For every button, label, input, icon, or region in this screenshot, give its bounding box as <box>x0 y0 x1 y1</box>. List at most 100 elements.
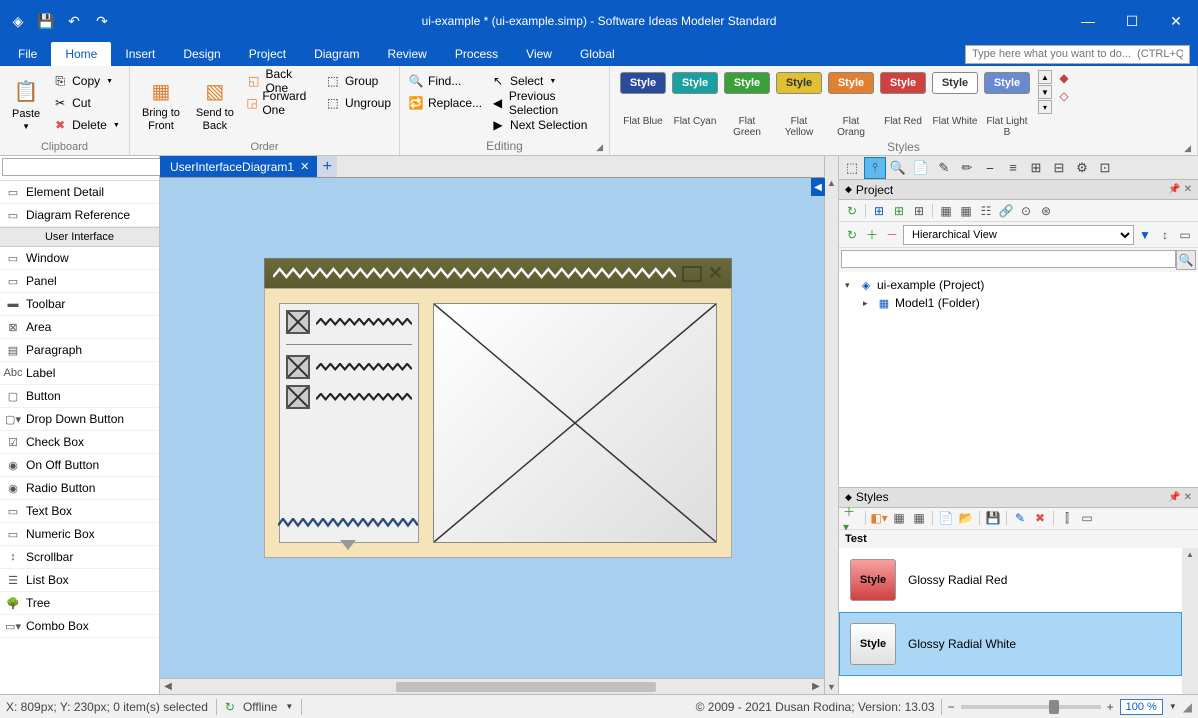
tab-add-button[interactable]: + <box>317 156 337 177</box>
tree-root[interactable]: ▾ ◈ ui-example (Project) <box>843 276 1194 294</box>
ribbon-style-button[interactable]: Style <box>620 72 666 94</box>
zoom-in-button[interactable]: + <box>1107 700 1114 714</box>
tool-item[interactable]: ▭Panel <box>0 270 159 293</box>
forward-one-button[interactable]: ◲ Forward One <box>244 92 319 114</box>
scrollbar-thumb[interactable] <box>396 682 656 692</box>
group-button[interactable]: ⬚ Group <box>323 70 393 92</box>
tree-collapse-icon[interactable]: ▾ <box>845 280 855 291</box>
scroll-left-icon[interactable]: ◀ <box>160 681 176 692</box>
sp-open-icon[interactable]: 📂 <box>957 509 975 527</box>
pin-icon[interactable]: 📌 ✕ <box>1168 492 1192 503</box>
pt-add-icon[interactable]: ⊞ <box>870 202 888 220</box>
next-selection-button[interactable]: ▶ Next Selection <box>488 114 603 136</box>
ribbon-style-button[interactable]: Style <box>880 72 926 94</box>
sp-tool2-icon[interactable]: ▦ <box>890 509 908 527</box>
pt-add2-icon[interactable]: ⊞ <box>890 202 908 220</box>
rt-tool-4[interactable]: 📄 <box>910 157 932 179</box>
ribbon-style-button[interactable]: Style <box>776 72 822 94</box>
pt-refresh2-icon[interactable]: ↻ <box>843 226 861 244</box>
pt-view2-icon[interactable]: ▦ <box>957 202 975 220</box>
rt-tool-9[interactable]: ⊞ <box>1025 157 1047 179</box>
ui-area-element[interactable] <box>433 303 717 543</box>
ungroup-button[interactable]: ⬚ Ungroup <box>323 92 393 114</box>
send-to-back-button[interactable]: ▧ Send to Back <box>190 70 240 139</box>
zoom-thumb[interactable] <box>1049 700 1059 714</box>
sp-save-icon[interactable]: 💾 <box>984 509 1002 527</box>
vertical-scrollbar[interactable]: ▲ ▼ <box>824 156 838 694</box>
project-search-button[interactable]: 🔍 <box>1176 250 1196 270</box>
view-mode-select[interactable]: Hierarchical View <box>903 225 1134 245</box>
dialog-launcher-icon[interactable]: ◢ <box>1184 143 1191 154</box>
menu-diagram[interactable]: Diagram <box>300 42 373 66</box>
minimize-button[interactable]: — <box>1066 6 1110 36</box>
ribbon-style-button[interactable]: Style <box>724 72 770 94</box>
zoom-percent[interactable]: 100 % <box>1120 699 1163 715</box>
sp-delete-icon[interactable]: ✖ <box>1031 509 1049 527</box>
pt-tool-icon[interactable]: ⊞ <box>910 202 928 220</box>
styles-scroll-down[interactable]: ▼ <box>1038 85 1052 99</box>
tool-diagram-reference[interactable]: ▭ Diagram Reference <box>0 204 159 227</box>
pt-plus-icon[interactable]: ＋ <box>863 226 881 244</box>
tool-item[interactable]: AbcLabel <box>0 362 159 385</box>
rt-tool-1[interactable]: ⬚ <box>841 157 863 179</box>
toolbox-search-input[interactable] <box>2 158 167 176</box>
pt-view4-icon[interactable]: 🔗 <box>997 202 1015 220</box>
rt-tool-11[interactable]: ⚙ <box>1071 157 1093 179</box>
filter-icon[interactable]: ▼ <box>1136 226 1154 244</box>
delete-button[interactable]: ✖ Delete ▼ <box>50 114 122 136</box>
tool-item[interactable]: ◉On Off Button <box>0 454 159 477</box>
menu-design[interactable]: Design <box>169 42 234 66</box>
pt-view1-icon[interactable]: ▦ <box>937 202 955 220</box>
pin-icon[interactable]: 📌 ✕ <box>1168 184 1192 195</box>
collapse-right-button[interactable]: ◀ <box>811 178 825 196</box>
tool-element-detail[interactable]: ▭ Element Detail <box>0 181 159 204</box>
sp-tool3-icon[interactable]: ▦ <box>910 509 928 527</box>
diagram-canvas[interactable]: ✕ <box>160 178 824 678</box>
toolbox-category[interactable]: User Interface <box>0 227 159 247</box>
command-search-input[interactable] <box>965 45 1190 64</box>
rt-tool-5[interactable]: ✎ <box>933 157 955 179</box>
tree-expand-icon[interactable]: ▸ <box>863 298 873 309</box>
maximize-button[interactable]: ☐ <box>1110 6 1154 36</box>
options-icon[interactable]: ▭ <box>1176 226 1194 244</box>
project-search-input[interactable] <box>841 250 1176 268</box>
sp-new-icon[interactable]: 📄 <box>937 509 955 527</box>
resize-grip-icon[interactable]: ◢ <box>1183 700 1192 714</box>
ui-label-element[interactable] <box>278 518 418 528</box>
styles-expand[interactable]: ▾ <box>1038 100 1052 114</box>
tool-item[interactable]: ☰List Box <box>0 569 159 592</box>
project-tree[interactable]: ▾ ◈ ui-example (Project) ▸ ▦ Model1 (Fol… <box>839 272 1198 487</box>
menu-project[interactable]: Project <box>235 42 300 66</box>
style-tool-2-icon[interactable]: ◇ <box>1056 88 1072 104</box>
prev-selection-button[interactable]: ◀ Previous Selection <box>488 92 603 114</box>
menu-file[interactable]: File <box>4 42 51 66</box>
zoom-out-button[interactable]: − <box>948 700 955 714</box>
rt-tool-8[interactable]: ≡ <box>1002 157 1024 179</box>
tool-item[interactable]: ▭Numeric Box <box>0 523 159 546</box>
bring-to-front-button[interactable]: ▦ Bring to Front <box>136 70 186 139</box>
ui-window-element[interactable]: ✕ <box>264 258 732 558</box>
rt-tool-3[interactable]: 🔍 <box>887 157 909 179</box>
close-button[interactable]: ✕ <box>1154 6 1198 36</box>
tool-item[interactable]: ⊠Area <box>0 316 159 339</box>
redo-icon[interactable]: ↷ <box>92 11 112 31</box>
menu-home[interactable]: Home <box>51 42 111 66</box>
tree-child[interactable]: ▸ ▦ Model1 (Folder) <box>861 294 1194 312</box>
cut-button[interactable]: ✂ Cut <box>50 92 122 114</box>
rt-tool-7[interactable]: ⎯ <box>979 157 1001 179</box>
pt-view6-icon[interactable]: ⊛ <box>1037 202 1055 220</box>
tool-item[interactable]: ☑Check Box <box>0 431 159 454</box>
menu-process[interactable]: Process <box>441 42 512 66</box>
zoom-slider[interactable] <box>961 705 1101 709</box>
tool-item[interactable]: ▢Button <box>0 385 159 408</box>
rt-tool-6[interactable]: ✏ <box>956 157 978 179</box>
sp-edit-icon[interactable]: ✎ <box>1011 509 1029 527</box>
style-list-item[interactable]: StyleGlossy Radial White <box>839 612 1182 676</box>
sp-tool5-icon[interactable]: ▭ <box>1078 509 1096 527</box>
pt-refresh-icon[interactable]: ↻ <box>843 202 861 220</box>
tool-item[interactable]: ▤Paragraph <box>0 339 159 362</box>
tool-item[interactable]: ▬Toolbar <box>0 293 159 316</box>
replace-button[interactable]: 🔁 Replace... <box>406 92 484 114</box>
menu-review[interactable]: Review <box>373 42 440 66</box>
sp-add-icon[interactable]: ＋▾ <box>843 509 861 527</box>
